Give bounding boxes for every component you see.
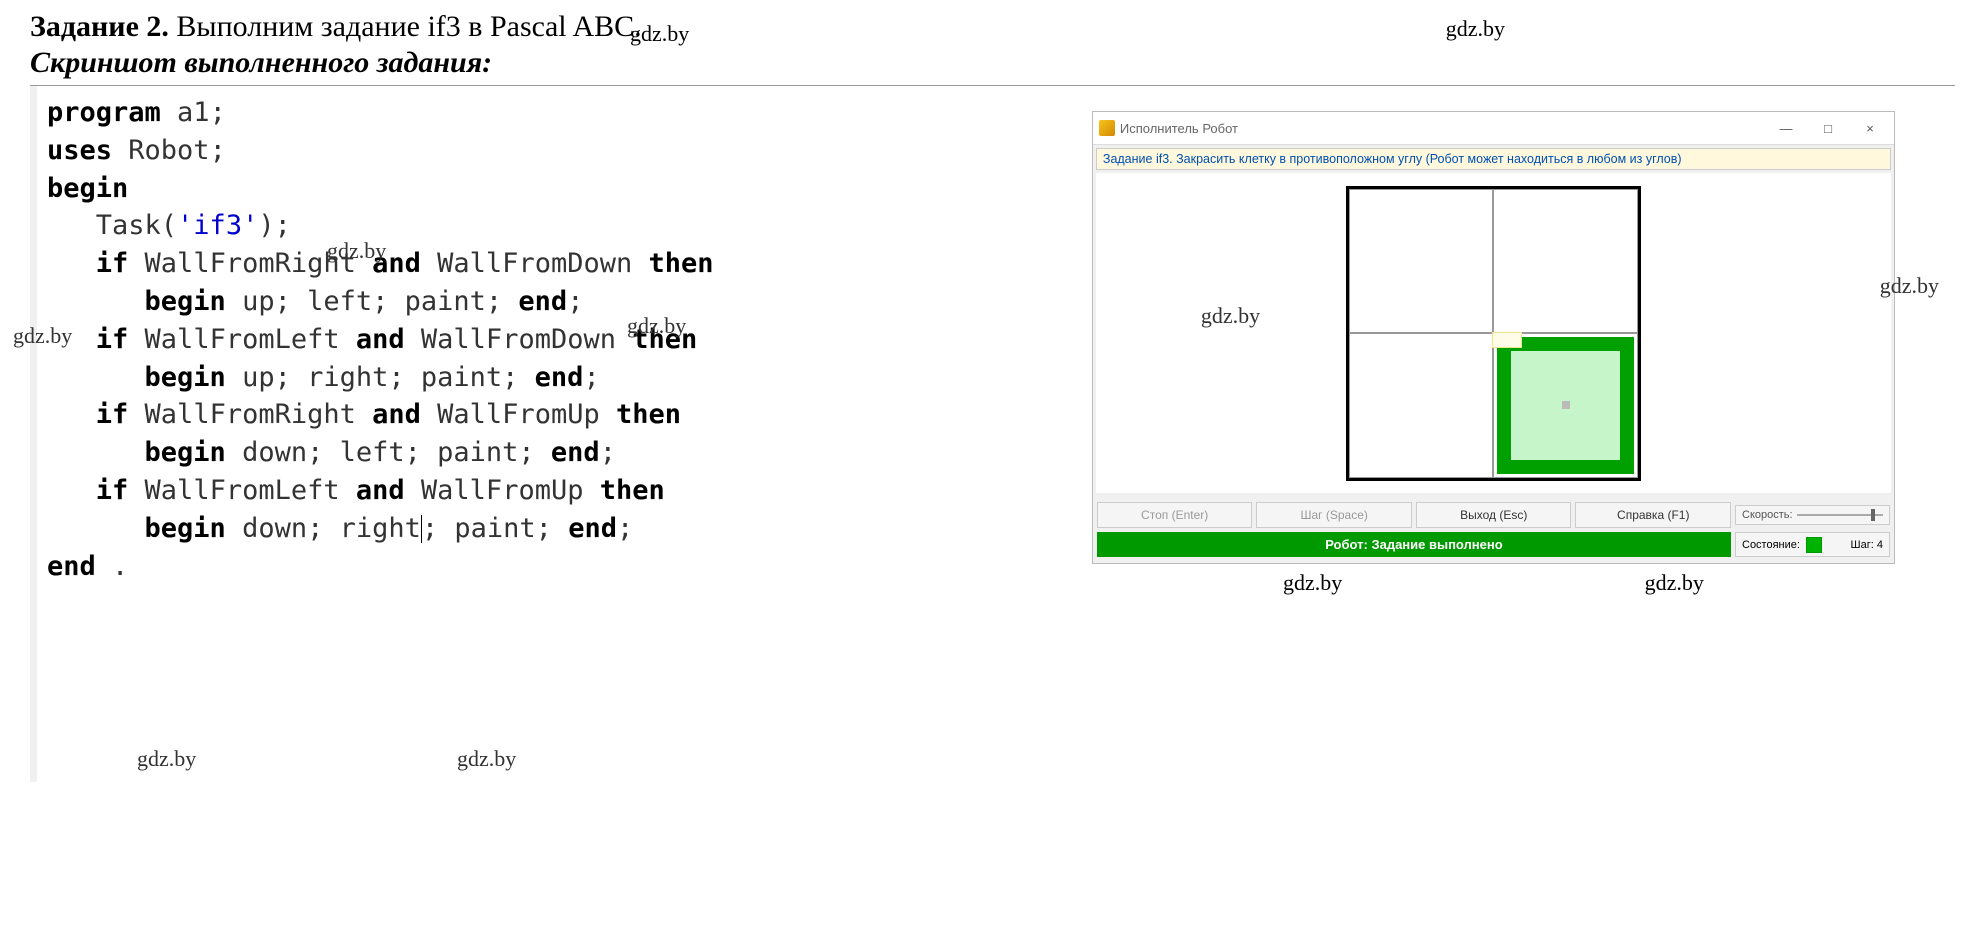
robot-grid-area: gdz.by gdz.by xyxy=(1096,173,1891,493)
watermark: gdz.by xyxy=(1446,16,1505,42)
watermark: gdz.by xyxy=(457,744,516,775)
state-panel: Состояние: Шаг: 4 xyxy=(1735,532,1890,557)
minimize-button[interactable]: — xyxy=(1768,116,1804,140)
painted-cell xyxy=(1497,337,1634,474)
grid-cell xyxy=(1349,333,1494,478)
titlebar[interactable]: Исполнитель Робот — □ × xyxy=(1093,112,1894,145)
grid-cell-painted xyxy=(1493,333,1638,478)
watermark: gdz.by xyxy=(1880,273,1939,299)
task-number: Задание 2. xyxy=(30,10,169,43)
status-bar: Робот: Задание выполнено xyxy=(1097,532,1731,557)
watermark: gdz.by xyxy=(1201,303,1260,329)
step-button[interactable]: Шаг (Space) xyxy=(1256,502,1412,528)
watermark: gdz.by xyxy=(327,236,386,267)
state-label: Состояние: xyxy=(1742,539,1800,551)
grid-cell xyxy=(1493,189,1638,334)
watermark: gdz.by xyxy=(137,744,196,775)
marker-icon xyxy=(1492,332,1522,348)
app-icon xyxy=(1099,120,1115,136)
watermark: gdz.by xyxy=(627,311,686,342)
window-title: Исполнитель Робот xyxy=(1120,121,1768,136)
task-description: Задание if3. Закрасить клетку в противоп… xyxy=(1096,148,1891,170)
grid xyxy=(1346,186,1641,481)
watermark: gdz.by xyxy=(630,21,689,47)
robot-window: Исполнитель Робот — □ × Задание if3. Зак… xyxy=(1092,111,1895,564)
watermark: gdz.by xyxy=(1645,570,1704,596)
stop-button[interactable]: Стоп (Enter) xyxy=(1097,502,1253,528)
speed-slider[interactable] xyxy=(1797,514,1883,516)
watermark: gdz.by xyxy=(1283,570,1342,596)
state-indicator-icon xyxy=(1806,537,1822,553)
watermark: gdz.by xyxy=(13,321,72,352)
exit-button[interactable]: Выход (Esc) xyxy=(1416,502,1572,528)
step-count: Шаг: 4 xyxy=(1851,539,1883,551)
speed-label: Скорость: xyxy=(1742,509,1793,521)
speed-panel: Скорость: xyxy=(1735,505,1890,525)
grid-cell xyxy=(1349,189,1494,334)
maximize-button[interactable]: □ xyxy=(1810,116,1846,140)
task-desc: Выполним задание if3 в Pascal ABC. xyxy=(169,10,642,43)
code-editor[interactable]: program a1; uses Robot; begin Task('if3'… xyxy=(37,86,1092,782)
robot-icon xyxy=(1562,401,1570,409)
help-button[interactable]: Справка (F1) xyxy=(1575,502,1731,528)
close-button[interactable]: × xyxy=(1852,116,1888,140)
subtitle: Скриншот выполненного задания: gdz.by xyxy=(30,46,1955,80)
